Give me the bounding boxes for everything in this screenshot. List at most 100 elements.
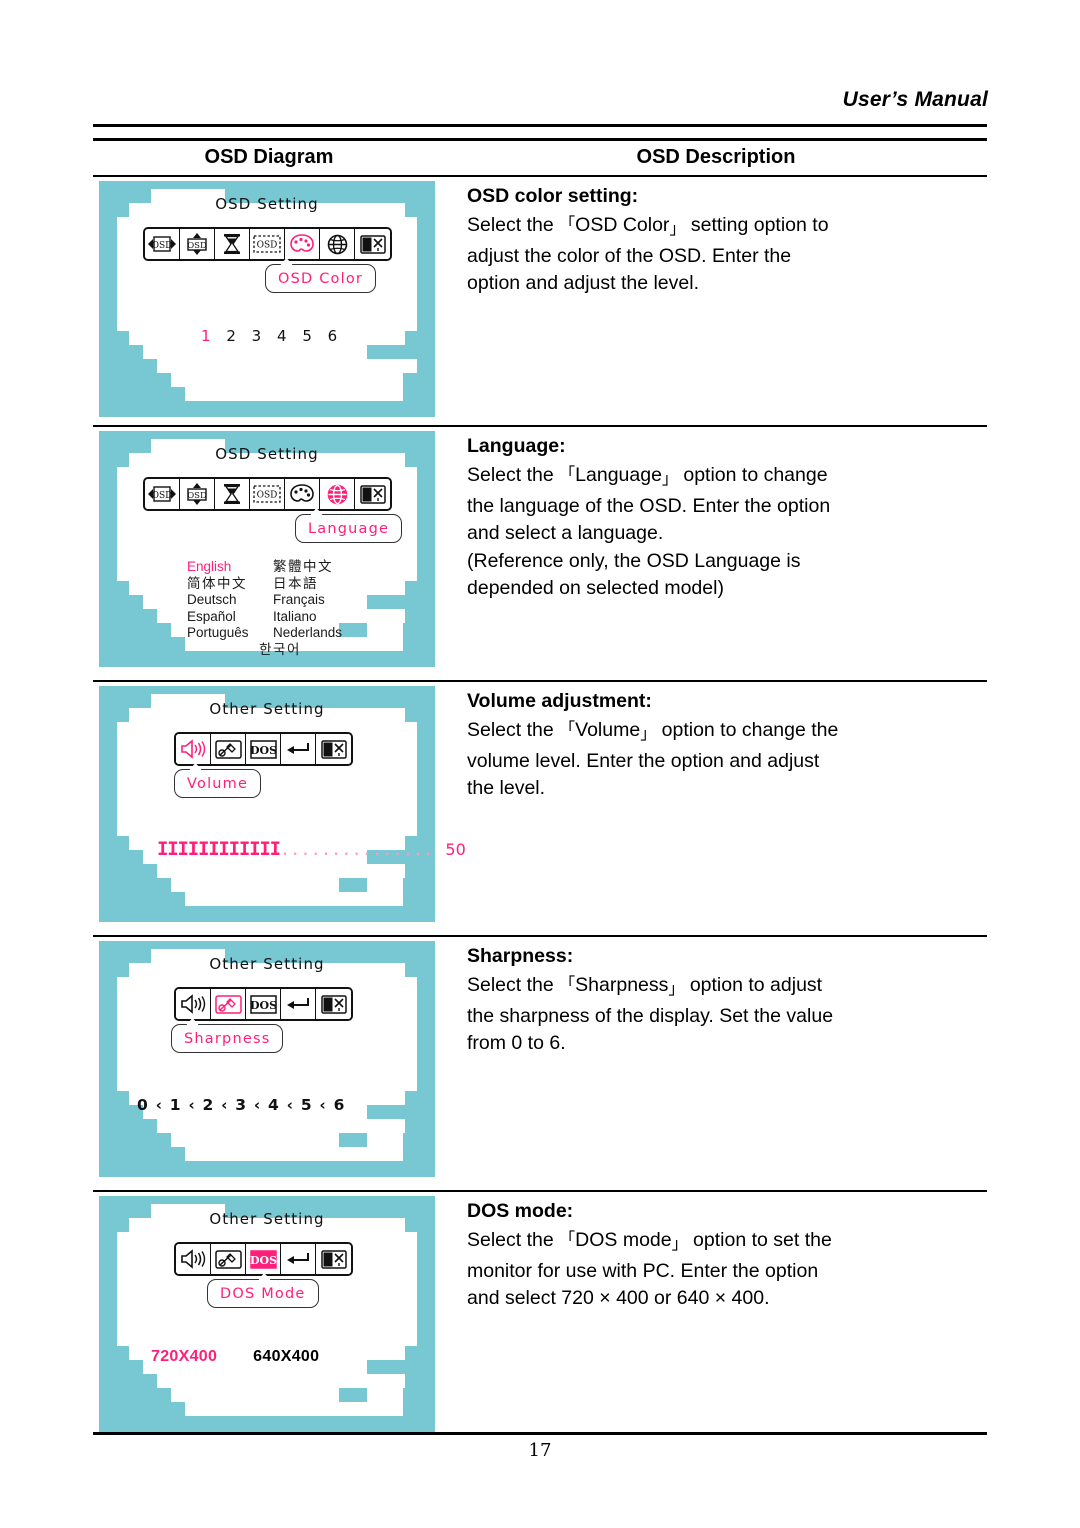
exit-icon[interactable] xyxy=(316,989,351,1019)
return-icon[interactable] xyxy=(281,1244,316,1274)
osd-diagram-cell-language: OSD Setting OSD OSD OSD Language English… xyxy=(93,427,445,680)
line-post: setting option to xyxy=(685,214,829,236)
description-body: Select the 「Language」 option to change t… xyxy=(467,460,975,603)
dos-mode-icon[interactable]: DOS xyxy=(246,1244,281,1274)
line-pre: Select the xyxy=(467,719,560,741)
osd-transparency-icon[interactable]: OSD xyxy=(250,479,285,509)
language-option[interactable]: Español xyxy=(187,609,273,626)
osd-language-icon[interactable] xyxy=(320,479,355,509)
osd-icon-strip[interactable]: DOS xyxy=(174,987,353,1021)
description-line: the sharpness of the display. Set the va… xyxy=(467,1004,834,1027)
language-option[interactable]: Português xyxy=(187,625,273,642)
osd-value-list[interactable]: 1 2 3 4 5 6 xyxy=(201,327,338,345)
description-body: Select the 「DOS mode」 option to set the … xyxy=(467,1225,975,1313)
svg-text:OSD: OSD xyxy=(152,491,173,501)
osd-icon-strip[interactable]: OSD OSD OSD xyxy=(143,227,392,261)
language-option[interactable]: 日本語 xyxy=(273,576,373,593)
osd-menu-title: OSD Setting xyxy=(215,445,319,463)
dos-mode-icon[interactable]: DOS xyxy=(246,734,281,764)
volume-icon[interactable] xyxy=(176,1244,211,1274)
osd-icon-strip[interactable]: OSD OSD OSD xyxy=(143,477,392,511)
osd-timer-icon[interactable] xyxy=(215,479,250,509)
osd-timer-icon[interactable] xyxy=(215,229,250,259)
osd-v-position-icon[interactable]: OSD xyxy=(180,479,215,509)
osd-diagram-cell-sharpness: Other Setting DOS Sharpness 0 ‹ 1 ‹ 2 ‹ … xyxy=(93,937,445,1190)
column-header-diagram: OSD Diagram xyxy=(204,146,334,168)
osd-menu-title: Other Setting xyxy=(209,1210,325,1228)
bracket-close-icon: 」 xyxy=(668,979,685,998)
osd-menu-title: Other Setting xyxy=(209,955,325,973)
description-line: the level. xyxy=(467,777,546,799)
osd-icon-strip[interactable]: DOS xyxy=(174,1242,353,1276)
osd-value[interactable]: 4 xyxy=(268,327,288,345)
bracket-close-icon: 」 xyxy=(669,219,686,238)
sharpness-icon[interactable] xyxy=(211,734,246,764)
osd-language-list[interactable]: English 繁體中文 简体中文 日本語 Deutsch Français E… xyxy=(187,559,377,658)
description-line: Select the 「OSD Color」 setting option to xyxy=(467,210,975,243)
volume-icon[interactable] xyxy=(176,989,211,1019)
language-option[interactable]: Nederlands xyxy=(273,625,373,642)
language-option[interactable]: Italiano xyxy=(273,609,373,626)
return-icon[interactable] xyxy=(281,734,316,764)
volume-icon[interactable] xyxy=(176,734,211,764)
line-pre: Select the xyxy=(467,464,560,486)
description-line: Select the 「Sharpness」 option to adjust xyxy=(467,970,975,1003)
osd-language-icon[interactable] xyxy=(320,229,355,259)
volume-slider[interactable]: IIIIIIIIIIII ............... 50 xyxy=(157,838,466,860)
return-icon[interactable] xyxy=(281,989,316,1019)
language-option[interactable]: 繁體中文 xyxy=(273,559,373,576)
osd-transparency-icon[interactable]: OSD xyxy=(250,229,285,259)
osd-h-position-icon[interactable]: OSD xyxy=(145,479,180,509)
dos-mode-value-list[interactable]: 720X400 640X400 xyxy=(151,1348,319,1366)
sharpness-icon[interactable] xyxy=(211,1244,246,1274)
osd-value[interactable]: 2 xyxy=(217,327,237,345)
osd-description-cell-dos-mode: DOS mode: Select the 「DOS mode」 option t… xyxy=(445,1192,987,1442)
svg-text:DOS: DOS xyxy=(250,744,277,757)
language-option[interactable]: Français xyxy=(273,592,373,609)
line-post: option to set the xyxy=(687,1229,832,1251)
osd-color-icon[interactable] xyxy=(285,479,320,509)
osd-value-selected[interactable]: 1 xyxy=(201,327,212,345)
line-quoted: DOS mode xyxy=(575,1229,672,1251)
description-line: (Reference only, the OSD Language is xyxy=(467,549,801,572)
description-line: and select a language. xyxy=(467,522,664,544)
volume-value: 50 xyxy=(445,840,466,859)
osd-h-position-icon[interactable]: OSD xyxy=(145,229,180,259)
bracket-close-icon: 」 xyxy=(671,1234,688,1253)
manual-page: User’s Manual OSD Diagram OSD Descriptio… xyxy=(0,0,1080,1528)
osd-value[interactable]: 3 xyxy=(243,327,263,345)
table-row: Other Setting DOS xyxy=(93,937,987,1192)
list-item: English 繁體中文 xyxy=(187,559,377,576)
osd-value[interactable]: 5 xyxy=(293,327,313,345)
exit-icon[interactable] xyxy=(316,1244,351,1274)
table-row: OSD Setting OSD OSD xyxy=(93,427,987,682)
osd-exit-icon[interactable] xyxy=(355,479,390,509)
line-pre: Select the xyxy=(467,1229,560,1251)
language-option[interactable]: 简体中文 xyxy=(187,576,273,593)
description-title: OSD color setting: xyxy=(467,185,639,207)
osd-color-icon[interactable] xyxy=(285,229,320,259)
osd-v-position-icon[interactable]: OSD xyxy=(180,229,215,259)
osd-screen-frame: Other Setting DOS xyxy=(99,686,466,922)
exit-icon[interactable] xyxy=(316,734,351,764)
dos-mode-value[interactable]: 640X400 xyxy=(253,1348,319,1365)
osd-exit-icon[interactable] xyxy=(355,229,390,259)
dos-mode-value-selected[interactable]: 720X400 xyxy=(151,1348,217,1365)
table-header-row: OSD Diagram OSD Description xyxy=(93,138,987,177)
sharpness-scale[interactable]: 0 ‹ 1 ‹ 2 ‹ 3 ‹ 4 ‹ 5 ‹ 6 xyxy=(137,1096,346,1114)
sharpness-icon[interactable] xyxy=(211,989,246,1019)
bracket-close-icon: 」 xyxy=(640,724,657,743)
osd-description-cell-language: Language: Select the 「Language」 option t… xyxy=(445,427,987,680)
svg-text:OSD: OSD xyxy=(187,241,207,251)
dos-mode-icon[interactable]: DOS xyxy=(246,989,281,1019)
osd-tooltip-bubble: Volume xyxy=(174,769,262,798)
osd-menu-title: OSD Setting xyxy=(215,195,319,213)
osd-diagram-cell-osd-color: OSD Setting OSD OSD OSD OSD Color 1 2 3 … xyxy=(93,177,445,425)
language-option-selected[interactable]: English xyxy=(187,559,273,576)
line-post: option to change xyxy=(677,464,828,486)
language-option[interactable]: Deutsch xyxy=(187,592,273,609)
osd-value[interactable]: 6 xyxy=(319,327,339,345)
language-option[interactable]: 한국어 xyxy=(187,642,373,659)
description-line: adjust the color of the OSD. Enter the xyxy=(467,244,792,267)
osd-icon-strip[interactable]: DOS xyxy=(174,732,353,766)
